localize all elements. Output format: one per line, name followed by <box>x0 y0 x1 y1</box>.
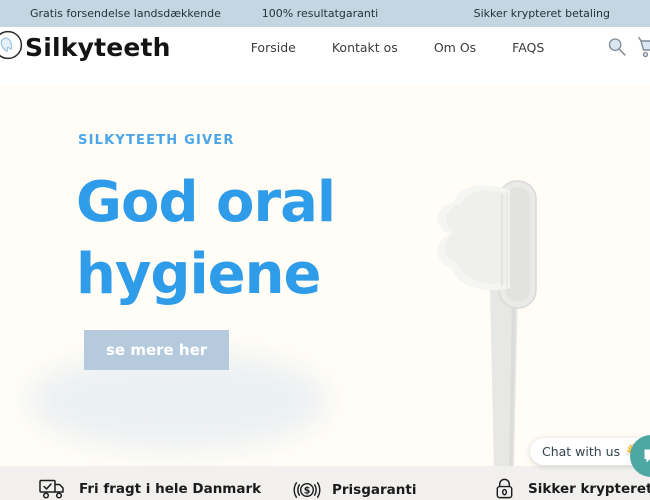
feature-label: Fri fragt i hele Danmark <box>79 481 262 497</box>
site-header: Silkyteeth Forside Kontakt os Om Os FAQS <box>0 27 650 85</box>
feature-secure-payment: Sikker krypteret betaling <box>492 476 650 500</box>
nav-item-kontakt-os[interactable]: Kontakt os <box>332 40 398 55</box>
features-strip: Fri fragt i hele Danmark $ Prisgaranti S… <box>0 466 650 500</box>
announcement-secure: Sikker krypteret betaling <box>473 7 610 20</box>
price-guarantee-icon: $ <box>293 482 321 498</box>
announcement-bar: Gratis forsendelse landsdækkende 100% re… <box>0 0 650 27</box>
feature-price-guarantee: $ Prisgaranti <box>293 476 416 500</box>
announcement-guarantee: 100% resultatgaranti <box>261 7 379 20</box>
feature-label: Prisgaranti <box>332 482 417 498</box>
hero-section: SILKYTEETH GIVER God oral hygiene se mer… <box>0 85 650 466</box>
toothbrush-image <box>437 180 537 466</box>
tooth-logo-icon <box>0 30 23 64</box>
hero-eyebrow: SILKYTEETH GIVER <box>78 133 235 148</box>
logo-link[interactable]: Silkyteeth <box>0 30 171 64</box>
lock-icon <box>496 478 513 499</box>
announcement-shipping: Gratis forsendelse landsdækkende <box>30 7 221 20</box>
logo-text: Silkyteeth <box>25 32 171 62</box>
chat-bubble-icon <box>644 449 650 463</box>
nav-item-forside[interactable]: Forside <box>251 40 296 55</box>
chat-label: Chat with us <box>542 444 621 459</box>
truck-icon <box>39 479 64 499</box>
search-icon[interactable] <box>606 36 628 58</box>
nav-item-faqs[interactable]: FAQS <box>512 40 544 55</box>
feature-free-shipping: Fri fragt i hele Danmark <box>38 476 261 500</box>
svg-text:$: $ <box>304 486 311 497</box>
hero-heading: God oral hygiene <box>76 170 336 307</box>
feature-label: Sikker krypteret betaling <box>528 480 650 497</box>
cart-icon[interactable] <box>637 35 650 59</box>
see-more-button[interactable]: se mere her <box>84 330 230 370</box>
header-icons <box>606 35 650 59</box>
main-nav: Forside Kontakt os Om Os FAQS <box>251 40 545 55</box>
nav-item-om-os[interactable]: Om Os <box>434 40 476 55</box>
